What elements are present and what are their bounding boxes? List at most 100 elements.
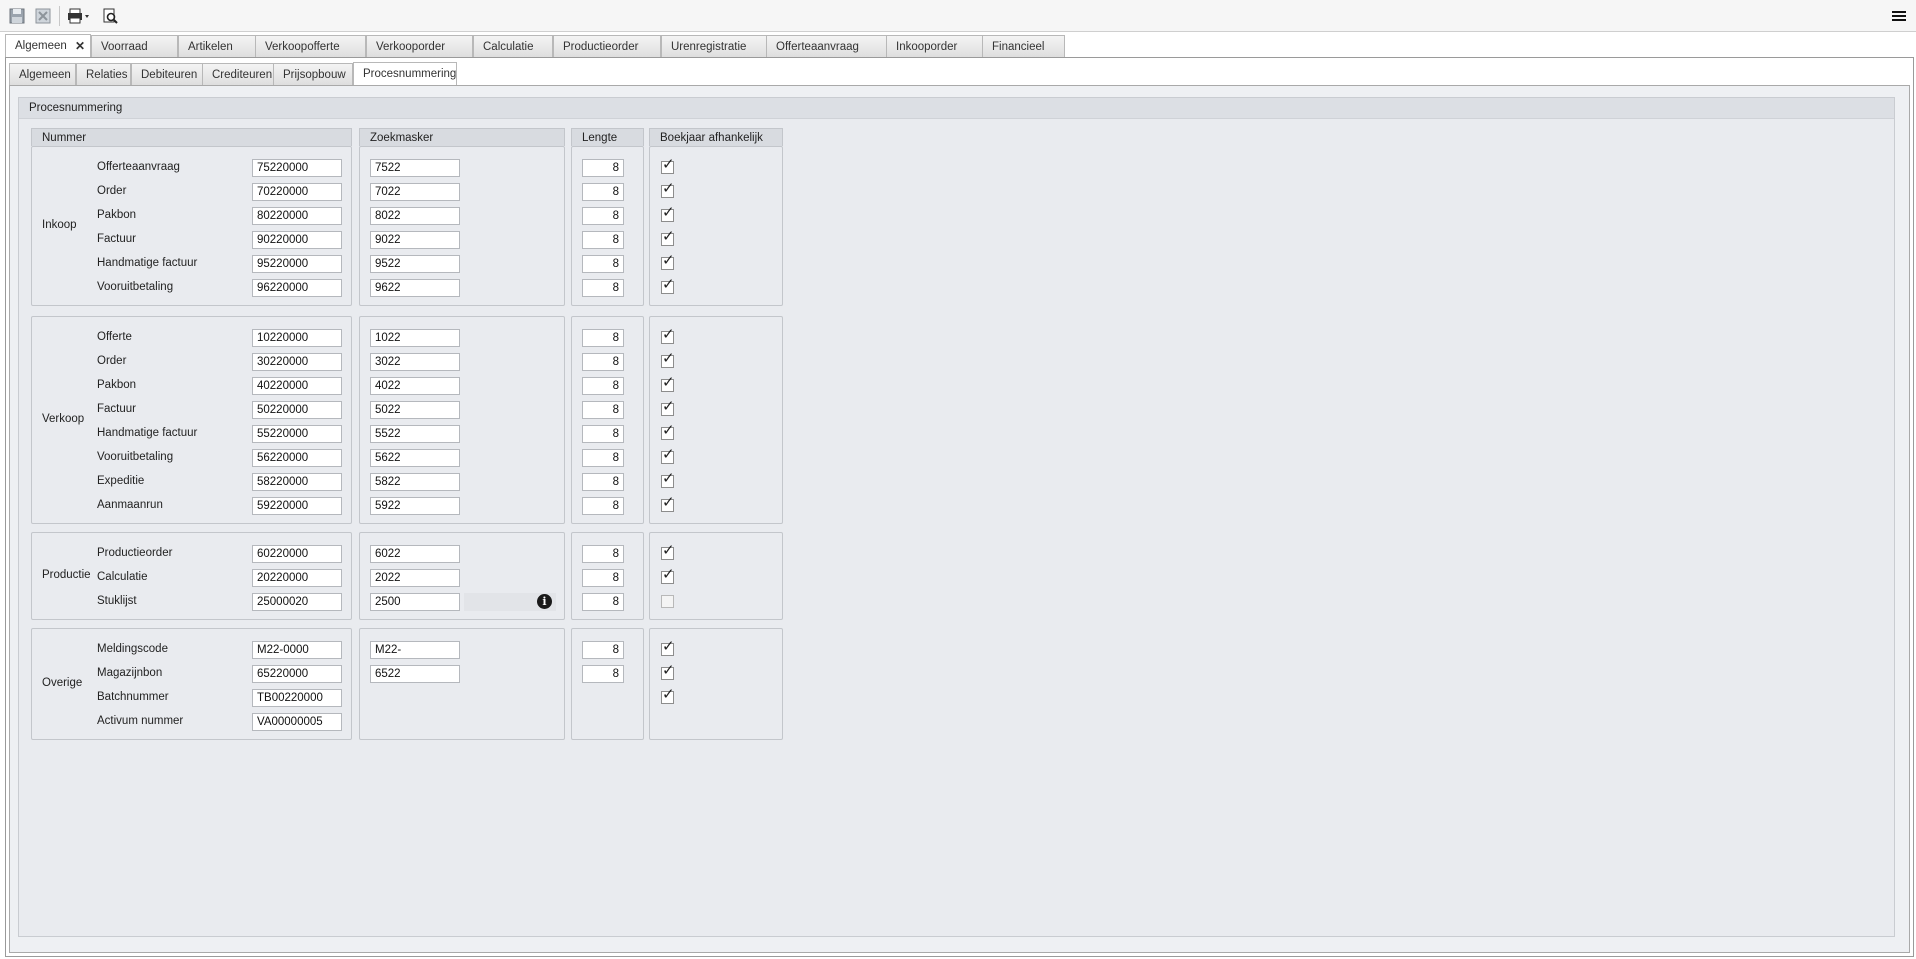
nummer-field[interactable] — [252, 255, 342, 273]
lengte-field[interactable] — [582, 279, 624, 297]
nummer-field[interactable] — [252, 641, 342, 659]
nummer-field[interactable] — [252, 207, 342, 225]
lengte-field[interactable] — [582, 255, 624, 273]
nummer-field[interactable] — [252, 159, 342, 177]
nummer-field[interactable] — [252, 665, 342, 683]
subtab-procesnummering[interactable]: Procesnummering — [353, 62, 457, 86]
nummer-field[interactable] — [252, 183, 342, 201]
tab-verkoopofferte[interactable]: Verkoopofferte — [255, 35, 366, 57]
nummer-field[interactable] — [252, 377, 342, 395]
zoekmasker-field[interactable] — [370, 401, 460, 419]
nummer-field[interactable] — [252, 689, 342, 707]
boekjaar-checkbox[interactable] — [661, 595, 674, 608]
nummer-field[interactable] — [252, 401, 342, 419]
zoekmasker-field[interactable] — [370, 231, 460, 249]
zoekmasker-field[interactable] — [370, 279, 460, 297]
nummer-field[interactable] — [252, 473, 342, 491]
print-icon[interactable] — [66, 6, 92, 26]
boekjaar-checkbox[interactable]: ✓ — [661, 375, 675, 392]
boekjaar-checkbox[interactable]: ✓ — [661, 471, 675, 488]
zoekmasker-field[interactable] — [370, 425, 460, 443]
zoekmasker-field[interactable] — [370, 329, 460, 347]
boekjaar-checkbox[interactable]: ✓ — [661, 567, 675, 584]
boekjaar-checkbox[interactable]: ✓ — [661, 205, 675, 222]
zoekmasker-field[interactable] — [370, 353, 460, 371]
tab-artikelen[interactable]: Artikelen — [178, 35, 258, 57]
nummer-field[interactable] — [252, 231, 342, 249]
tab-offerteaanvraag[interactable]: Offerteaanvraag — [766, 35, 891, 57]
subtab-relaties[interactable]: Relaties — [76, 63, 131, 85]
zoekmasker-field[interactable] — [370, 449, 460, 467]
zoekmasker-field[interactable] — [370, 569, 460, 587]
boekjaar-checkbox[interactable]: ✓ — [661, 399, 675, 416]
boekjaar-checkbox[interactable]: ✓ — [661, 351, 675, 368]
print-preview-icon[interactable] — [100, 6, 120, 26]
boekjaar-checkbox[interactable]: ✓ — [661, 663, 675, 680]
nummer-field[interactable] — [252, 545, 342, 563]
boekjaar-checkbox[interactable]: ✓ — [661, 423, 675, 440]
boekjaar-checkbox[interactable]: ✓ — [661, 543, 675, 560]
zoekmasker-field[interactable] — [370, 159, 460, 177]
nummer-field[interactable] — [252, 449, 342, 467]
tab-voorraad[interactable]: Voorraad — [91, 35, 178, 57]
boekjaar-checkbox[interactable]: ✓ — [661, 229, 675, 246]
lengte-field[interactable] — [582, 159, 624, 177]
lengte-field[interactable] — [582, 497, 624, 515]
zoekmasker-field[interactable] — [370, 207, 460, 225]
lengte-field[interactable] — [582, 231, 624, 249]
boekjaar-checkbox[interactable]: ✓ — [661, 639, 675, 656]
boekjaar-checkbox[interactable]: ✓ — [661, 157, 675, 174]
lengte-field[interactable] — [582, 569, 624, 587]
nummer-field[interactable] — [252, 713, 342, 731]
lengte-field[interactable] — [582, 329, 624, 347]
lengte-field[interactable] — [582, 473, 624, 491]
tab-algemeen[interactable]: Algemeen ✕ — [5, 34, 91, 58]
lengte-field[interactable] — [582, 401, 624, 419]
zoekmasker-field[interactable] — [370, 473, 460, 491]
nummer-field[interactable] — [252, 497, 342, 515]
tab-productieorder[interactable]: Productieorder — [553, 35, 661, 57]
lengte-field[interactable] — [582, 449, 624, 467]
zoekmasker-field[interactable] — [370, 593, 460, 611]
lengte-field[interactable] — [582, 207, 624, 225]
subtab-debiteuren[interactable]: Debiteuren — [131, 63, 204, 85]
menu-icon[interactable] — [1890, 6, 1908, 26]
lengte-field[interactable] — [582, 377, 624, 395]
tab-verkooporder[interactable]: Verkooporder — [366, 35, 473, 57]
boekjaar-checkbox[interactable]: ✓ — [661, 181, 675, 198]
boekjaar-checkbox[interactable]: ✓ — [661, 277, 675, 294]
tab-inkooporder[interactable]: Inkooporder — [886, 35, 984, 57]
zoekmasker-field[interactable] — [370, 377, 460, 395]
lengte-field[interactable] — [582, 593, 624, 611]
tab-financieel[interactable]: Financieel — [982, 35, 1065, 57]
zoekmasker-field[interactable] — [370, 183, 460, 201]
subtab-algemeen[interactable]: Algemeen — [9, 63, 76, 85]
discard-icon[interactable] — [34, 6, 52, 26]
nummer-field[interactable] — [252, 279, 342, 297]
zoekmasker-field[interactable] — [370, 545, 460, 563]
tab-urenregistratie[interactable]: Urenregistratie — [661, 35, 772, 57]
zoekmasker-field[interactable] — [370, 641, 460, 659]
zoekmasker-field[interactable] — [370, 255, 460, 273]
lengte-field[interactable] — [582, 183, 624, 201]
lengte-field[interactable] — [582, 545, 624, 563]
boekjaar-checkbox[interactable]: ✓ — [661, 447, 675, 464]
lengte-field[interactable] — [582, 353, 624, 371]
lengte-field[interactable] — [582, 425, 624, 443]
boekjaar-checkbox[interactable]: ✓ — [661, 253, 675, 270]
lengte-field[interactable] — [582, 665, 624, 683]
nummer-field[interactable] — [252, 569, 342, 587]
tab-calculatie[interactable]: Calculatie — [473, 35, 553, 57]
zoekmasker-field[interactable] — [370, 665, 460, 683]
close-icon[interactable]: ✕ — [75, 39, 85, 53]
subtab-crediteuren[interactable]: Crediteuren — [202, 63, 275, 85]
nummer-field[interactable] — [252, 329, 342, 347]
info-icon[interactable]: i — [537, 594, 552, 609]
boekjaar-checkbox[interactable]: ✓ — [661, 495, 675, 512]
subtab-prijsopbouw[interactable]: Prijsopbouw — [273, 63, 353, 85]
save-icon[interactable] — [8, 6, 26, 26]
lengte-field[interactable] — [582, 641, 624, 659]
boekjaar-checkbox[interactable]: ✓ — [661, 687, 675, 704]
nummer-field[interactable] — [252, 425, 342, 443]
nummer-field[interactable] — [252, 353, 342, 371]
